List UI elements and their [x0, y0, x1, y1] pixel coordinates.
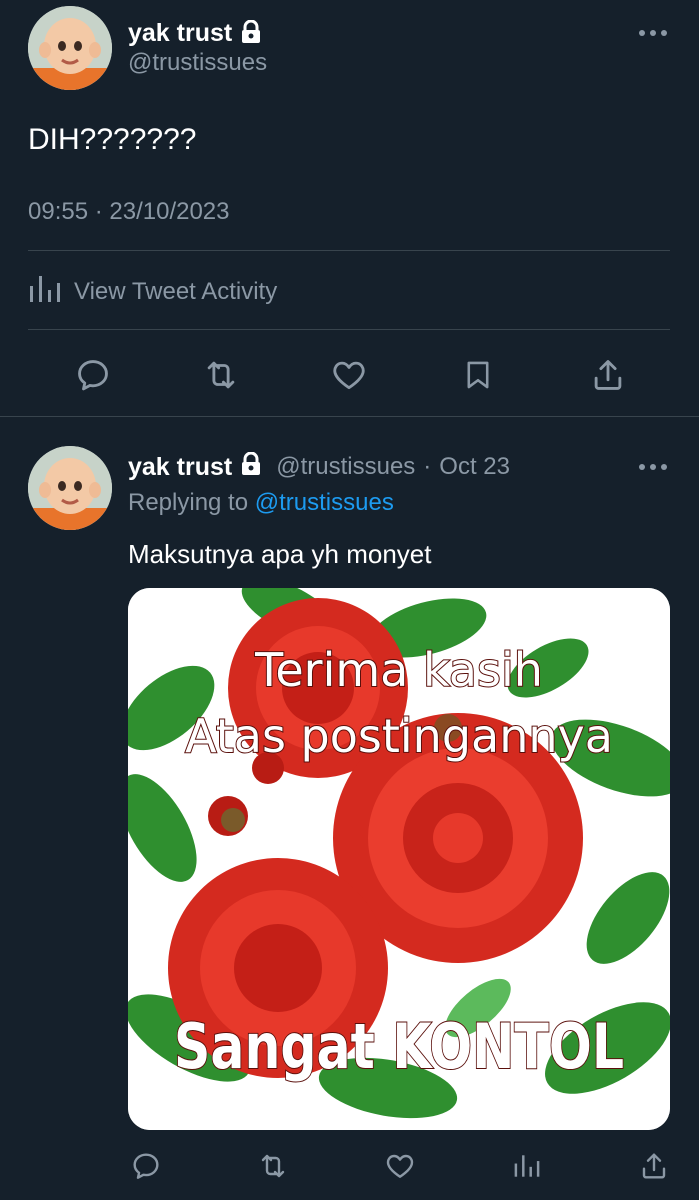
replying-to-label: Replying to — [128, 489, 249, 516]
avatar[interactable] — [28, 6, 112, 90]
reply-author-handle[interactable]: @trustissues — [276, 453, 415, 481]
view-tweet-activity-button[interactable]: View Tweet Activity — [28, 274, 277, 310]
reply-icon[interactable] — [72, 352, 114, 398]
media-text-line3: Sangat KONTOL — [174, 1010, 624, 1083]
avatar-character-image — [28, 446, 112, 530]
media-text-line2: Atas postingannya — [185, 709, 613, 763]
share-icon[interactable] — [636, 1146, 672, 1186]
divider — [28, 250, 670, 251]
author-handle[interactable]: @trustissues — [128, 48, 267, 78]
replying-to: Replying to @trustissues — [128, 488, 394, 518]
reply-icon[interactable] — [128, 1146, 164, 1186]
like-icon[interactable] — [328, 352, 370, 398]
reply-date[interactable]: Oct 23 — [439, 453, 510, 481]
more-options-icon[interactable] — [636, 27, 670, 39]
reply-text: Maksutnya apa yh monyet — [128, 539, 432, 569]
author-name-row[interactable]: yak trust — [128, 18, 262, 51]
reply-media-image[interactable]: Terima kasih Atas postingannya Sangat KO… — [128, 588, 670, 1130]
bookmark-icon[interactable] — [458, 352, 498, 398]
replying-to-handle-link[interactable]: @trustissues — [255, 489, 394, 516]
section-divider — [0, 416, 699, 417]
reply-author-name[interactable]: yak trust — [128, 453, 232, 482]
tweet-actions — [0, 352, 699, 398]
divider — [28, 329, 670, 330]
reply-actions — [0, 1146, 699, 1186]
retweet-icon[interactable] — [199, 352, 243, 398]
reply-header: yak trust @trustissues · Oct 23 — [128, 451, 510, 483]
avatar-character-image — [28, 6, 112, 90]
view-tweet-activity-label: View Tweet Activity — [74, 278, 278, 305]
roses-image: Terima kasih Atas postingannya Sangat KO… — [128, 588, 670, 1130]
tweet-timestamp[interactable]: 09:55 · 23/10/2023 — [28, 196, 230, 228]
media-text-line1: Terima kasih — [254, 643, 543, 697]
tweet-text: DIH??????? — [28, 123, 197, 156]
more-options-icon[interactable] — [636, 461, 670, 473]
avatar[interactable] — [28, 446, 112, 530]
analytics-icon[interactable] — [510, 1146, 544, 1186]
analytics-icon — [28, 274, 62, 311]
lock-icon — [240, 19, 262, 51]
separator-dot: · — [423, 453, 432, 480]
like-icon[interactable] — [382, 1146, 418, 1186]
retweet-icon[interactable] — [254, 1146, 292, 1186]
lock-icon — [240, 451, 262, 483]
author-name[interactable]: yak trust — [128, 19, 232, 47]
share-icon[interactable] — [586, 352, 630, 398]
